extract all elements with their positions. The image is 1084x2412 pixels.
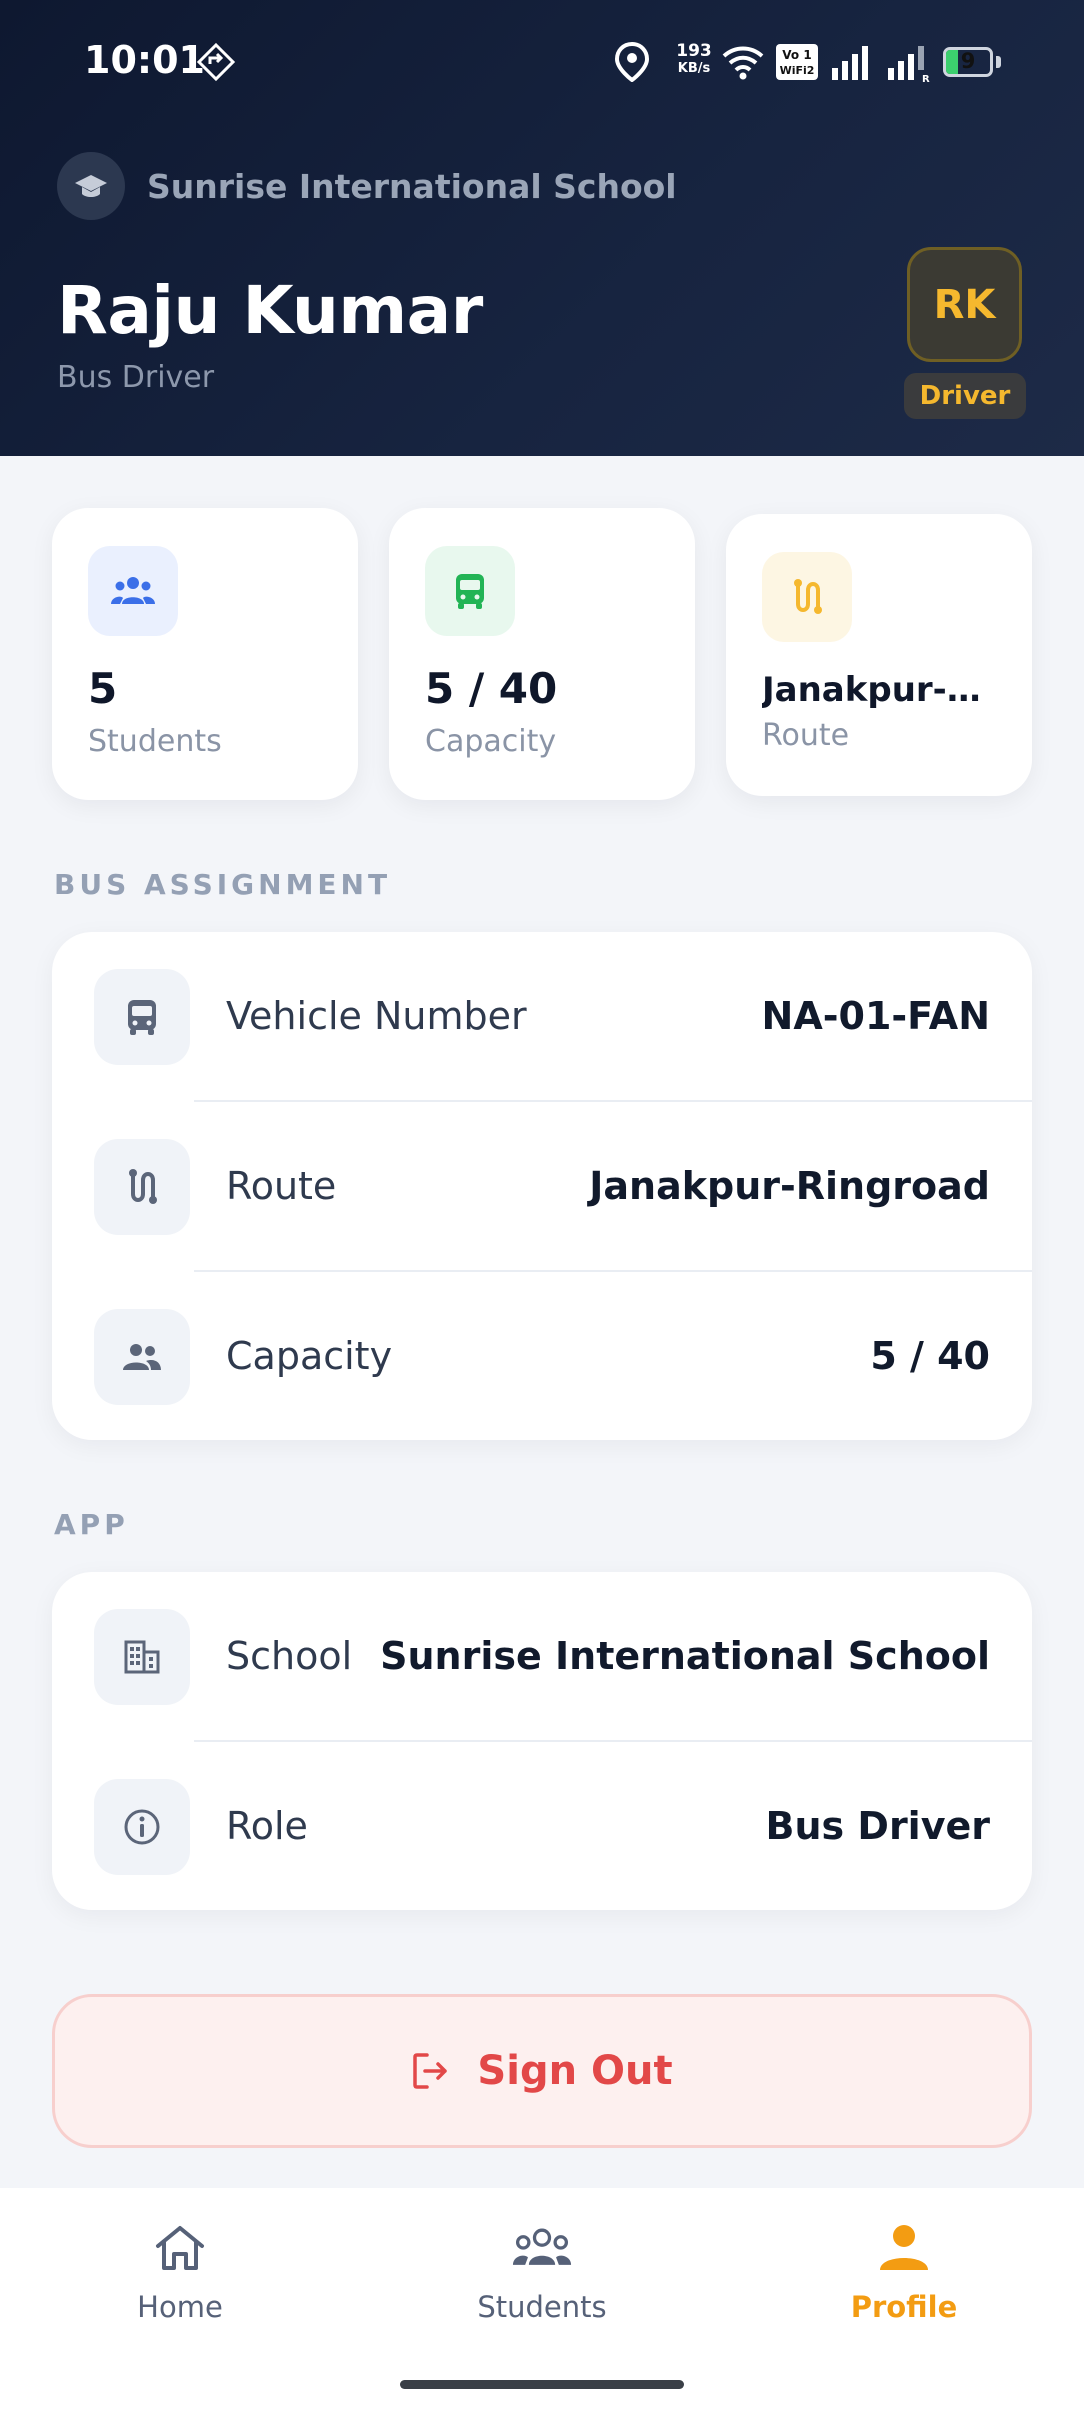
list-item-capacity[interactable]: Capacity 5 / 40 [52,1272,1032,1442]
role-badge: Driver [904,373,1026,419]
sign-out-label: Sign Out [477,2048,673,2094]
people-icon [94,1309,190,1405]
list-item-role[interactable]: Role Bus Driver [52,1742,1032,1912]
logout-icon [413,2053,448,2089]
signal-icon [832,46,868,80]
bus-assignment-card: Vehicle Number NA-01-FAN Route Janakpur-… [52,932,1032,1440]
route-icon [762,552,852,642]
location-icon [614,42,650,82]
svg-text:R: R [922,74,930,82]
nav-item-home[interactable]: Home [60,2218,300,2348]
graduation-cap-icon [57,152,125,220]
nav-item-profile[interactable]: Profile [784,2218,1024,2348]
row-label: Vehicle Number [226,994,527,1038]
volte-wifi2-icon: Vo 1 WiFi2 [776,44,818,80]
home-icon [150,2218,210,2278]
user-name: Raju Kumar [57,272,483,349]
row-label: School [226,1634,353,1678]
list-item-route[interactable]: Route Janakpur-Ringroad [52,1102,1032,1272]
status-time: 10:01 [84,38,205,82]
info-icon [94,1779,190,1875]
row-value: Sunrise International School [380,1634,990,1678]
home-indicator[interactable] [400,2380,684,2389]
signal-roaming-icon: R [888,46,930,82]
route-icon [94,1139,190,1235]
bus-icon [94,969,190,1065]
row-value: NA-01-FAN [761,994,990,1038]
app-card: School Sunrise International School Role… [52,1572,1032,1910]
row-value: Janakpur-Ringroad [589,1164,990,1208]
stat-label: Route [762,718,850,753]
stat-card-capacity[interactable]: 5 / 40 Capacity [389,508,695,800]
row-label: Role [226,1804,308,1848]
bottom-nav: Home Students Profile [0,2188,1084,2412]
row-label: Capacity [226,1334,393,1378]
stat-card-route[interactable]: Janakpur-… Route [726,514,1032,796]
network-speed: 193 KB/s [672,42,716,78]
network-speed-unit: KB/s [677,61,711,76]
row-value: 5 / 40 [870,1334,990,1378]
building-icon [94,1609,190,1705]
navigation-diamond-icon [196,42,236,82]
battery-level: 9 [960,49,976,73]
stat-card-students[interactable]: 5 Students [52,508,358,800]
profile-header: 10:01 193 KB/s Vo 1 WiFi2 R 9 Sunrise In… [0,0,1084,456]
stat-value: 5 / 40 [425,664,558,713]
row-label: Route [226,1164,337,1208]
students-icon [88,546,178,636]
nav-item-students[interactable]: Students [422,2218,662,2348]
stat-label: Students [88,724,222,759]
user-role: Bus Driver [57,360,215,395]
stat-label: Capacity [425,724,557,759]
network-speed-value: 193 [676,41,712,61]
stat-value: 5 [88,664,118,713]
nav-label: Profile [850,2290,958,2324]
status-bar: 10:01 193 KB/s Vo 1 WiFi2 R 9 [0,0,1084,124]
list-item-school[interactable]: School Sunrise International School [52,1572,1032,1742]
profile-icon [874,2218,934,2278]
school-row: Sunrise International School [57,152,677,220]
wifi-icon [722,46,764,80]
list-item-vehicle-number[interactable]: Vehicle Number NA-01-FAN [52,932,1032,1102]
students-icon [512,2218,572,2278]
avatar[interactable]: RK [907,247,1022,362]
section-title-bus-assignment: BUS ASSIGNMENT [54,868,392,901]
nav-label: Students [477,2290,607,2324]
sign-out-button[interactable]: Sign Out [52,1994,1032,2148]
nav-label: Home [137,2290,223,2324]
svg-text:Vo 1: Vo 1 [782,48,811,62]
bus-icon [425,546,515,636]
battery-charging-icon: 9 [943,47,993,77]
svg-text:WiFi2: WiFi2 [780,64,815,77]
school-name: Sunrise International School [147,166,677,206]
section-title-app: APP [54,1508,129,1541]
battery-tip [996,56,1001,68]
row-value: Bus Driver [765,1804,990,1848]
stat-value: Janakpur-… [762,670,981,710]
